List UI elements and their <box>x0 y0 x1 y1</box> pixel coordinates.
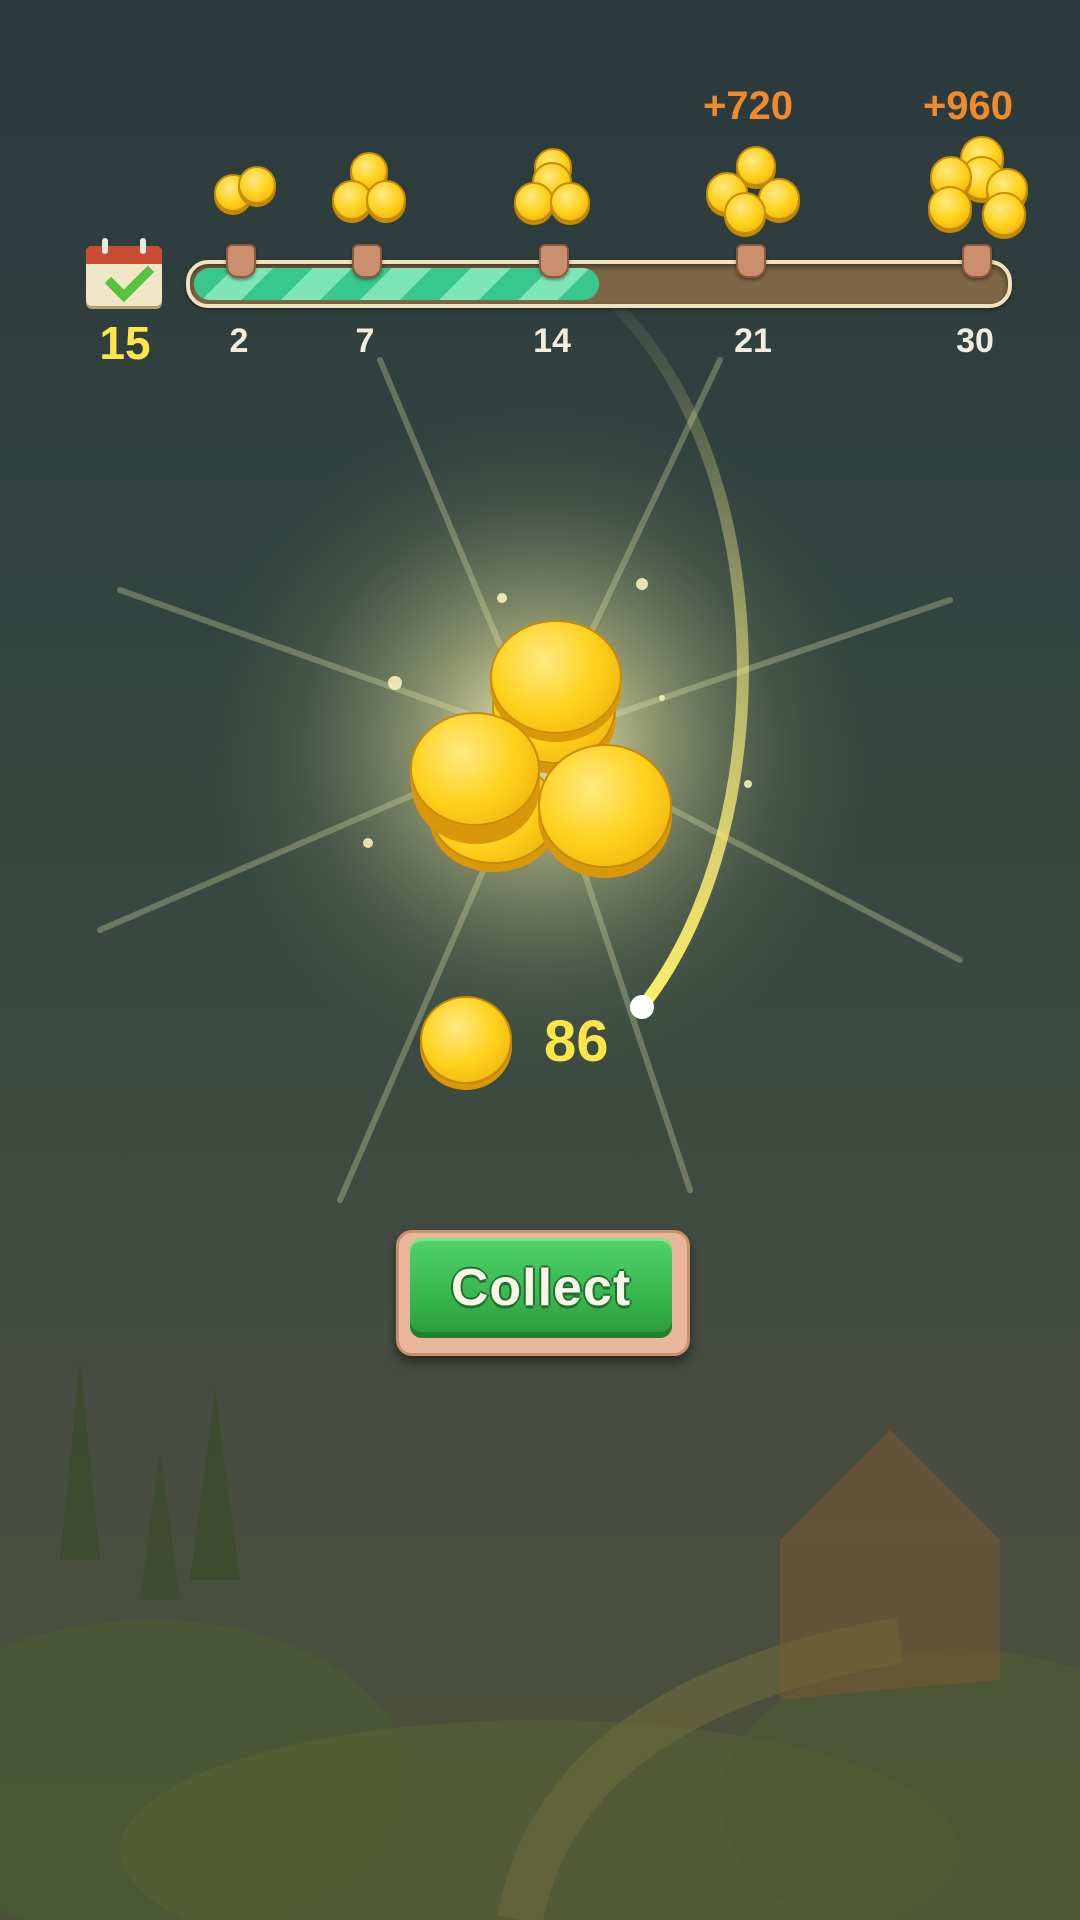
milestone-bonus-label: +720 <box>702 84 794 128</box>
calendar-icon <box>86 238 162 308</box>
milestone-day-label: 2 <box>229 322 249 360</box>
milestone-reward-icon <box>704 146 800 234</box>
reward-amount: 86 <box>544 1009 609 1074</box>
milestone-reward-icon <box>212 162 276 212</box>
milestone-reward-icon <box>330 150 406 222</box>
progress-fill <box>194 268 599 300</box>
milestone-bonus-label: +960 <box>922 84 1014 128</box>
milestone-marker <box>736 244 766 278</box>
milestone-day-label: 14 <box>533 322 571 360</box>
milestone-marker <box>352 244 382 278</box>
milestone-reward-icon <box>512 148 590 224</box>
coin-pile-icon <box>410 620 672 880</box>
reward-row: 86 <box>420 996 640 1092</box>
milestone-marker <box>226 244 256 278</box>
milestone-marker <box>962 244 992 278</box>
milestone-reward-icon <box>926 136 1028 236</box>
collect-button[interactable]: Collect <box>410 1238 672 1338</box>
coin-icon <box>420 996 512 1084</box>
progress-track <box>186 260 1012 308</box>
milestone-marker <box>539 244 569 278</box>
milestone-day-label: 7 <box>355 322 375 360</box>
current-day-count: 15 <box>99 317 151 369</box>
milestone-day-label: 30 <box>956 322 994 360</box>
milestone-day-label: 21 <box>734 322 772 360</box>
